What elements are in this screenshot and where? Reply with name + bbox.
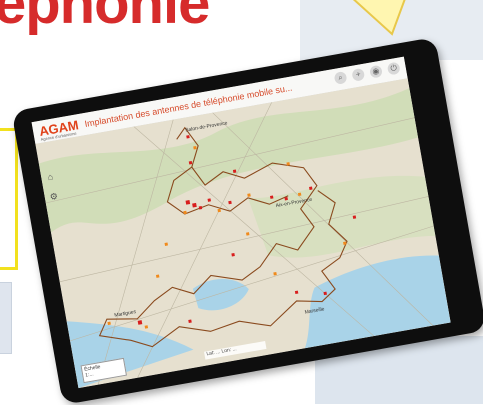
antenna-marker[interactable]: [273, 272, 277, 276]
antenna-marker[interactable]: [294, 290, 299, 295]
callout-arrow: [352, 0, 406, 36]
antenna-marker[interactable]: [144, 325, 149, 329]
user-icon[interactable]: ◉: [369, 64, 383, 79]
antenna-marker[interactable]: [198, 205, 203, 210]
home-icon[interactable]: ⌂: [45, 171, 57, 183]
antenna-marker[interactable]: [192, 202, 197, 208]
antenna-marker[interactable]: [228, 200, 232, 205]
zoom-icon[interactable]: +: [351, 67, 366, 82]
antenna-marker[interactable]: [107, 321, 111, 326]
search-icon[interactable]: ⌕: [333, 70, 348, 85]
antenna-marker[interactable]: [183, 210, 187, 215]
antenna-marker[interactable]: [286, 162, 290, 166]
tablet-screen: AGAM Agence d'urbanisme Implantation des…: [31, 56, 451, 389]
share-icon[interactable]: ↗: [417, 90, 433, 106]
edit-icon[interactable]: ✎: [421, 114, 437, 130]
antenna-marker[interactable]: [207, 198, 212, 202]
layers-icon[interactable]: ▤: [413, 67, 429, 83]
side-panel: [0, 282, 12, 354]
antenna-marker[interactable]: [245, 232, 250, 236]
antenna-marker[interactable]: [232, 169, 237, 173]
power-icon[interactable]: ⏻: [386, 61, 401, 76]
antenna-marker[interactable]: [323, 291, 327, 296]
antenna-marker[interactable]: [137, 320, 143, 325]
antenna-marker[interactable]: [188, 161, 193, 165]
antenna-marker[interactable]: [217, 208, 221, 213]
antenna-marker[interactable]: [309, 186, 313, 191]
antenna-marker[interactable]: [269, 195, 274, 199]
slide-title: éphonie: [0, 0, 210, 36]
antenna-marker[interactable]: [164, 242, 169, 246]
antenna-marker[interactable]: [155, 274, 160, 278]
antenna-marker[interactable]: [343, 241, 347, 245]
antenna-marker[interactable]: [185, 200, 191, 205]
antenna-marker[interactable]: [193, 146, 197, 150]
antenna-marker[interactable]: [188, 319, 192, 324]
antenna-marker[interactable]: [297, 192, 302, 197]
antenna-marker[interactable]: [247, 193, 251, 197]
highlight-box: [0, 128, 18, 270]
antenna-marker[interactable]: [352, 215, 357, 219]
gear-icon[interactable]: ⚙: [48, 191, 60, 203]
antenna-marker[interactable]: [186, 135, 190, 139]
print-icon[interactable]: ▭: [426, 138, 442, 154]
antenna-marker[interactable]: [231, 253, 235, 257]
